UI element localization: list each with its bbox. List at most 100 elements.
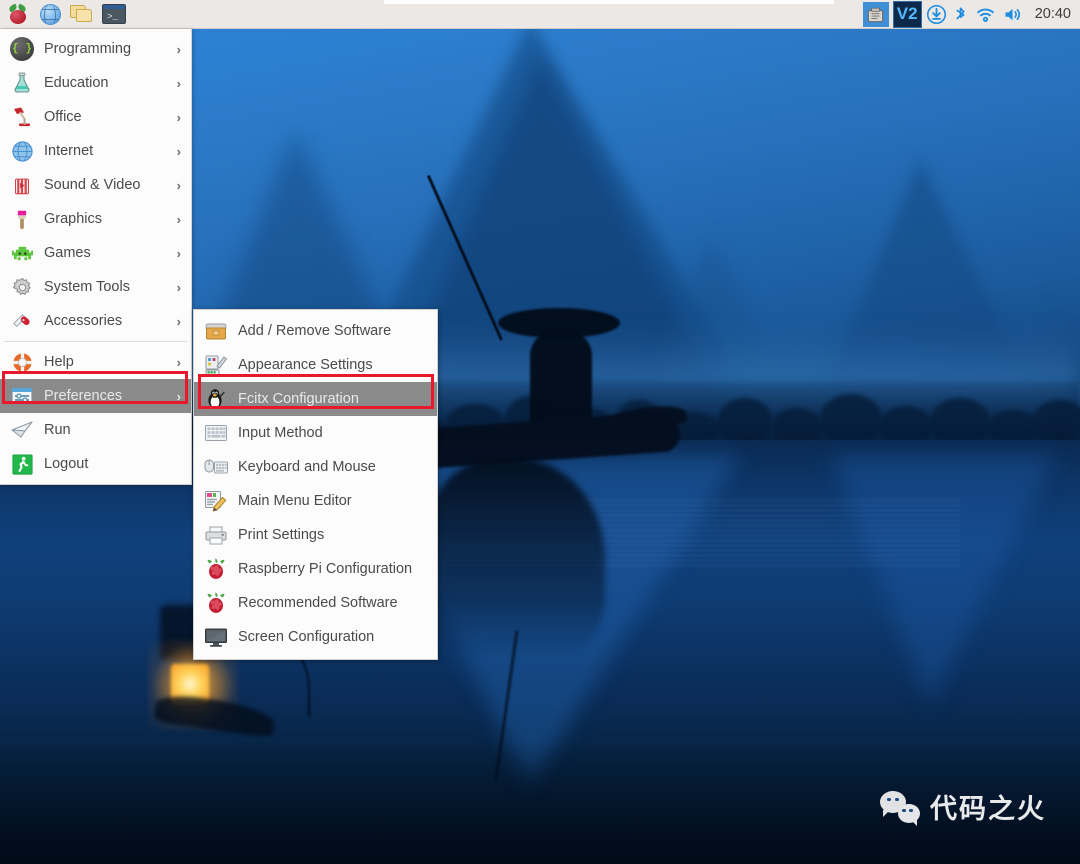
menu-item-internet[interactable]: Internet ›: [0, 134, 191, 168]
submenu-item-label: Input Method: [238, 425, 323, 441]
wallpaper-fisherman-hat: [498, 308, 620, 338]
volume-tray-icon[interactable]: [1001, 4, 1024, 25]
taskbar-window-area: [129, 0, 863, 28]
wallpaper-raft-reflection: [425, 458, 605, 658]
submenu-item-main-menu-editor[interactable]: Main Menu Editor: [194, 484, 437, 518]
space-invader-icon: [9, 240, 35, 266]
chevron-right-icon: ›: [176, 211, 181, 227]
chevron-right-icon: ›: [176, 245, 181, 261]
menu-item-label: Programming: [44, 41, 132, 57]
raspberry-pi-icon: [7, 3, 29, 25]
submenu-item-screen-configuration[interactable]: Screen Configuration: [194, 620, 437, 654]
desktop-root: 代码之火 >_ V2 20:40 {} Programming › Educa…: [0, 0, 1080, 864]
menu-item-label: Education: [44, 75, 109, 91]
menu-item-label: Logout: [44, 456, 89, 472]
menu-item-label: Accessories: [44, 313, 123, 329]
wallpaper-reflection-right: [830, 455, 1055, 705]
submenu-item-label: Appearance Settings: [238, 357, 373, 373]
submenu-item-label: Fcitx Configuration: [238, 391, 359, 407]
raspberry-pi-icon: [203, 590, 229, 616]
chevron-right-icon: ›: [176, 143, 181, 159]
submenu-item-label: Keyboard and Mouse: [238, 459, 376, 475]
bluetooth-tray-icon[interactable]: [951, 4, 970, 25]
menu-pencil-icon: [203, 488, 229, 514]
globe-icon: [9, 138, 35, 164]
briefcase-icon: [203, 318, 229, 344]
menu-item-graphics[interactable]: Graphics ›: [0, 202, 191, 236]
flask-icon: [9, 70, 35, 96]
palette-icon: [203, 352, 229, 378]
submenu-item-label: Raspberry Pi Configuration: [238, 561, 413, 577]
submenu-item-label: Print Settings: [238, 527, 325, 543]
chevron-right-icon: ›: [176, 75, 181, 91]
updates-tray-icon[interactable]: [926, 4, 947, 25]
swiss-knife-icon: [9, 308, 35, 334]
preferences-submenu: Add / Remove Software Appearance Setting…: [193, 309, 438, 660]
menu-item-help[interactable]: Help ›: [0, 345, 191, 379]
v2ray-tray-icon[interactable]: V2: [892, 0, 922, 28]
terminal-button[interactable]: >_: [99, 1, 129, 28]
main-menu: Programming › Education ›: [0, 29, 192, 485]
submenu-item-keyboard-and-mouse[interactable]: Keyboard and Mouse: [194, 450, 437, 484]
mouse-keyboard-icon: [203, 454, 229, 480]
submenu-item-label: Add / Remove Software: [238, 323, 392, 339]
sliders-panel-icon: [9, 383, 35, 409]
ejector-tray-icon[interactable]: [862, 1, 889, 27]
raspberry-menu-button[interactable]: [3, 1, 33, 28]
menu-item-sound-video[interactable]: Sound & Video ›: [0, 168, 191, 202]
submenu-item-recommended-software[interactable]: Recommended Software: [194, 586, 437, 620]
chevron-right-icon: ›: [176, 354, 181, 370]
taskbar-launchers: >_: [0, 1, 129, 28]
wifi-tray-icon[interactable]: [974, 4, 997, 25]
chevron-right-icon: ›: [176, 109, 181, 125]
chevron-right-icon: ›: [176, 177, 181, 193]
menu-item-system-tools[interactable]: System Tools ›: [0, 270, 191, 304]
desk-lamp-icon: [9, 104, 35, 130]
taskbar-window-strip: [384, 0, 834, 4]
monitor-icon: [203, 624, 229, 650]
keyboard-grid-icon: [203, 420, 229, 446]
menu-item-run[interactable]: Run: [0, 413, 191, 447]
life-ring-icon: [9, 349, 35, 375]
menu-item-label: Graphics: [44, 211, 103, 227]
watermark-text: 代码之火: [930, 794, 1046, 825]
menu-item-preferences[interactable]: Preferences ›: [0, 379, 191, 413]
submenu-item-fcitx-configuration[interactable]: Fcitx Configuration: [194, 382, 437, 416]
submenu-item-add-remove-software[interactable]: Add / Remove Software: [194, 314, 437, 348]
taskbar-clock[interactable]: 20:40: [1035, 6, 1071, 22]
menu-item-label: Office: [44, 109, 82, 125]
menu-item-accessories[interactable]: Accessories ›: [0, 304, 191, 338]
menu-item-office[interactable]: Office ›: [0, 100, 191, 134]
submenu-item-label: Main Menu Editor: [238, 493, 352, 509]
menu-item-label: Games: [44, 245, 91, 261]
taskbar: >_ V2 20:40: [0, 0, 1080, 29]
web-browser-button[interactable]: [35, 1, 65, 28]
chevron-right-icon: ›: [176, 279, 181, 295]
submenu-item-label: Screen Configuration: [238, 629, 375, 645]
terminal-icon: >_: [102, 4, 126, 24]
chevron-right-icon: ›: [176, 313, 181, 329]
submenu-item-input-method[interactable]: Input Method: [194, 416, 437, 450]
submenu-item-label: Recommended Software: [238, 595, 398, 611]
running-person-icon: [9, 451, 35, 477]
menu-item-label: Preferences: [44, 388, 123, 404]
menu-item-label: Sound & Video: [44, 177, 141, 193]
submenu-item-raspberry-pi-configuration[interactable]: Raspberry Pi Configuration: [194, 552, 437, 586]
paintbrush-icon: [9, 206, 35, 232]
chevron-right-icon: ›: [176, 388, 181, 404]
wallpaper-fisherman: [530, 330, 592, 430]
menu-item-programming[interactable]: Programming ›: [0, 32, 191, 66]
menu-item-education[interactable]: Education ›: [0, 66, 191, 100]
menu-item-logout[interactable]: Logout: [0, 447, 191, 481]
submenu-item-appearance-settings[interactable]: Appearance Settings: [194, 348, 437, 382]
file-manager-button[interactable]: [67, 1, 97, 28]
code-braces-icon: [9, 36, 35, 62]
menu-item-games[interactable]: Games ›: [0, 236, 191, 270]
menu-item-label: System Tools: [44, 279, 130, 295]
tux-penguin-icon: [203, 386, 229, 412]
menu-item-label: Help: [44, 354, 74, 370]
folders-icon: [70, 4, 94, 24]
gear-icon: [9, 274, 35, 300]
submenu-item-print-settings[interactable]: Print Settings: [194, 518, 437, 552]
menu-separator: [4, 341, 187, 342]
